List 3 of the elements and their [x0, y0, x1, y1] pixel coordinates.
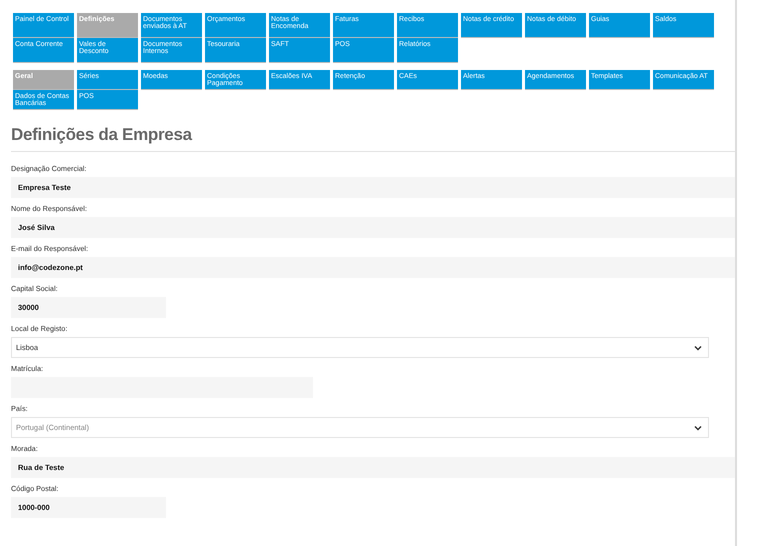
- chevron-down-icon: [694, 424, 702, 430]
- page-heading: Definições da Empresa: [11, 125, 735, 152]
- chevron-down-icon: [694, 344, 702, 350]
